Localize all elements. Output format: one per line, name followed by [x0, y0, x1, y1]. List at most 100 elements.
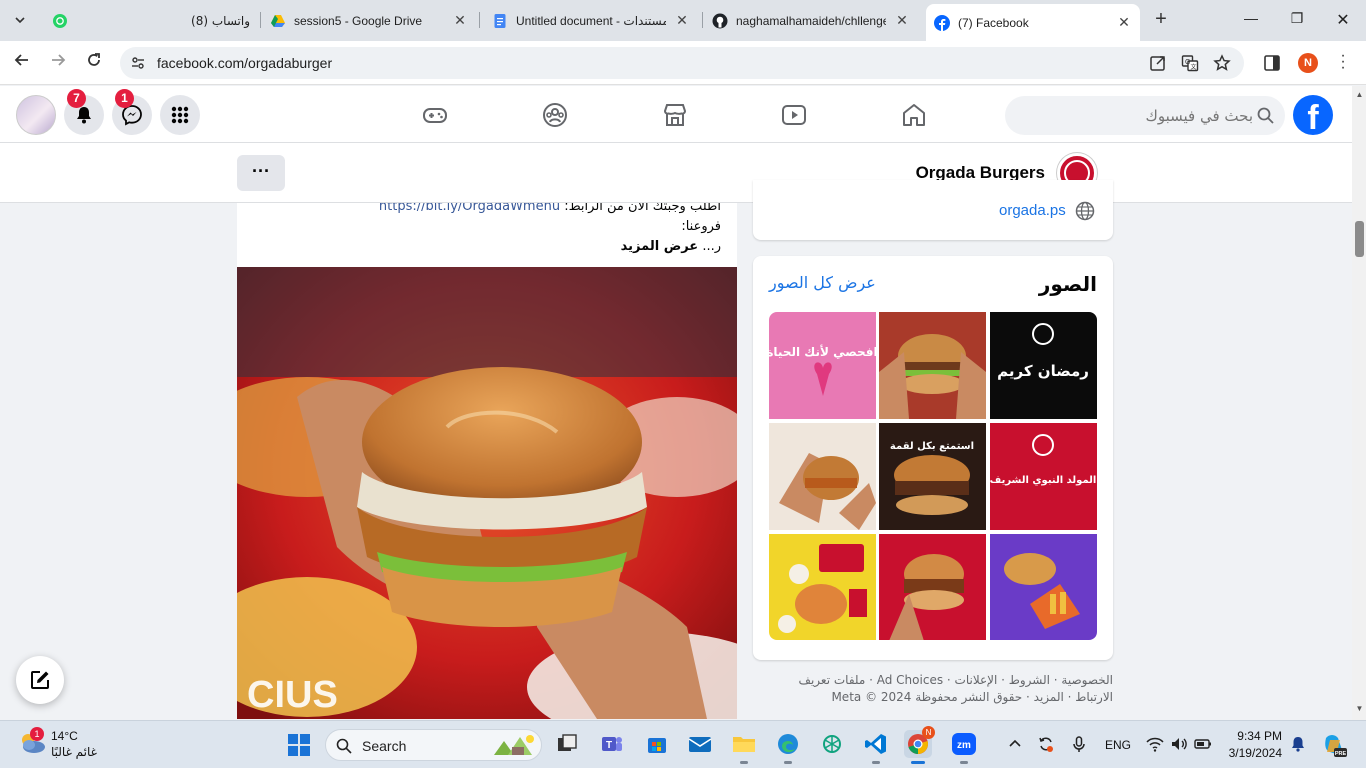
- photo-thumbnail[interactable]: استمتع بكل لقمة: [879, 423, 986, 530]
- photo-thumbnail[interactable]: رمضان كريم: [990, 312, 1097, 419]
- taskbar-app-vscode[interactable]: [862, 730, 890, 764]
- chatgpt-icon: [823, 735, 841, 753]
- close-icon[interactable]: ✕: [1116, 14, 1132, 31]
- page-scrollbar[interactable]: ▲ ▼: [1352, 86, 1366, 720]
- burger-photo-image: CIUS: [237, 267, 737, 719]
- photo-thumbnail[interactable]: [879, 312, 986, 419]
- facebook-icon: [934, 14, 950, 31]
- photo-thumbnail[interactable]: المولد النبوي الشريف: [990, 423, 1097, 530]
- weather-description: غائم غالبًا: [51, 745, 97, 759]
- tab-whatsapp[interactable]: واتساب (8): [44, 7, 258, 34]
- see-more-link[interactable]: عرض المزيد: [621, 239, 699, 254]
- tab-google-drive[interactable]: session5 - Google Drive ✕: [262, 7, 476, 34]
- running-indicator: [911, 761, 925, 764]
- site-settings-icon[interactable]: [130, 55, 146, 71]
- side-panel-icon[interactable]: [1263, 54, 1281, 72]
- restore-button[interactable]: ❐: [1287, 10, 1307, 30]
- taskbar-app-teams[interactable]: T: [598, 730, 626, 758]
- windows-start-icon[interactable]: [287, 733, 311, 757]
- profile-avatar[interactable]: N: [1298, 53, 1318, 73]
- photo-image: المولد النبوي الشريف: [990, 423, 1097, 530]
- photo-thumbnail[interactable]: [990, 534, 1097, 640]
- tab-search-button[interactable]: [8, 8, 32, 32]
- photo-thumbnail[interactable]: [769, 423, 876, 530]
- taskbar-app-zoom[interactable]: zm: [950, 730, 978, 764]
- tab-title: session5 - Google Drive: [294, 13, 423, 28]
- taskbar-search[interactable]: Search: [325, 729, 542, 761]
- microphone-icon[interactable]: [1070, 735, 1088, 753]
- tab-github[interactable]: naghamalhamaideh/chllenge ✕: [704, 7, 918, 34]
- minimize-button[interactable]: —: [1241, 10, 1261, 30]
- notification-bell-icon[interactable]: [1289, 735, 1307, 753]
- menu-link[interactable]: https://bit.ly/OrgadaWmenu: [379, 203, 560, 214]
- chevron-up-icon[interactable]: [1006, 735, 1024, 753]
- gaming-icon[interactable]: [421, 101, 449, 129]
- footer-links[interactable]: الارتباط · المزيد · حقوق النشر محفوظة Me…: [753, 689, 1113, 706]
- account-avatar[interactable]: [16, 95, 56, 135]
- new-message-button[interactable]: [16, 656, 64, 704]
- bookmark-star-icon[interactable]: [1213, 54, 1231, 72]
- home-icon[interactable]: [900, 101, 928, 129]
- tab-google-docs[interactable]: Untitled document - مستندات ✕: [484, 7, 698, 34]
- taskbar-app-file-explorer[interactable]: [730, 730, 758, 764]
- sync-icon[interactable]: [1037, 735, 1055, 753]
- language-indicator[interactable]: ENG: [1105, 738, 1131, 752]
- window-close-button[interactable]: ✕: [1333, 10, 1353, 30]
- facebook-logo[interactable]: f: [1293, 95, 1333, 135]
- browser-menu-button[interactable]: · · ·: [1339, 48, 1347, 76]
- taskbar-app-edge[interactable]: [774, 730, 802, 764]
- taskbar-app-file-explorer-alt[interactable]: [553, 730, 581, 758]
- tab-divider: [702, 12, 703, 28]
- page-more-button[interactable]: ···: [237, 155, 285, 191]
- volume-icon[interactable]: [1170, 735, 1188, 753]
- taskbar-app-chatgpt[interactable]: [818, 730, 846, 758]
- video-icon[interactable]: [780, 101, 808, 129]
- taskbar-app-mail[interactable]: [686, 730, 714, 758]
- photo-caption: رمضان كريم: [997, 362, 1089, 380]
- photo-thumbnail[interactable]: [769, 534, 876, 640]
- post-card: اطلب وجبتك الآن من الرابط: https://bit.l…: [237, 203, 737, 719]
- post-text-line: فروعنا:: [681, 219, 721, 234]
- messenger-badge: 1: [115, 89, 134, 108]
- facebook-search[interactable]: [1005, 96, 1285, 135]
- groups-icon[interactable]: [541, 101, 569, 129]
- clock-date[interactable]: 3/19/2024: [1226, 746, 1282, 760]
- notifications-button[interactable]: 7: [64, 89, 104, 135]
- see-all-photos-link[interactable]: عرض كل الصور: [769, 273, 876, 292]
- taskbar-app-chrome[interactable]: N: [904, 726, 935, 764]
- photo-thumbnail[interactable]: افحصي لأنك الحياة: [769, 312, 876, 419]
- photo-image: [990, 534, 1097, 640]
- photo-thumbnail[interactable]: [879, 534, 986, 640]
- translate-icon[interactable]: G文: [1181, 54, 1199, 72]
- close-icon[interactable]: ✕: [452, 12, 468, 29]
- taskbar-app-store[interactable]: [643, 730, 671, 758]
- marketplace-icon[interactable]: [661, 101, 689, 129]
- messenger-button[interactable]: 1: [112, 89, 152, 135]
- back-button[interactable]: [10, 51, 34, 75]
- forward-button[interactable]: [46, 51, 70, 75]
- tab-divider: [479, 12, 480, 28]
- scroll-down-arrow[interactable]: ▼: [1355, 704, 1364, 713]
- menu-button[interactable]: [160, 95, 200, 135]
- photo-image: [879, 312, 986, 419]
- address-bar[interactable]: facebook.com/orgadaburger G文: [120, 47, 1244, 79]
- open-in-app-icon[interactable]: [1149, 54, 1167, 72]
- close-icon[interactable]: ✕: [674, 12, 690, 29]
- arrow-left-icon: [14, 54, 28, 66]
- website-link[interactable]: orgada.ps: [999, 202, 1066, 219]
- clock-time[interactable]: 9:34 PM: [1234, 729, 1282, 743]
- post-photo[interactable]: CIUS: [237, 267, 737, 719]
- copilot-icon[interactable]: PRE: [1321, 732, 1347, 758]
- reload-button[interactable]: [82, 51, 106, 75]
- task-view-icon: [558, 734, 577, 751]
- tab-title: Untitled document - مستندات: [516, 13, 666, 28]
- scroll-thumb[interactable]: [1355, 221, 1364, 257]
- scroll-up-arrow[interactable]: ▲: [1355, 90, 1364, 99]
- tab-facebook[interactable]: (7) Facebook ✕: [926, 4, 1140, 41]
- close-icon[interactable]: ✕: [894, 12, 910, 29]
- new-tab-button[interactable]: +: [1151, 9, 1171, 30]
- battery-icon[interactable]: [1194, 735, 1212, 753]
- wifi-icon[interactable]: [1146, 735, 1164, 753]
- footer-links[interactable]: الخصوصية · الشروط · الإعلانات · Ad Choic…: [753, 672, 1113, 689]
- search-input[interactable]: [1021, 96, 1253, 135]
